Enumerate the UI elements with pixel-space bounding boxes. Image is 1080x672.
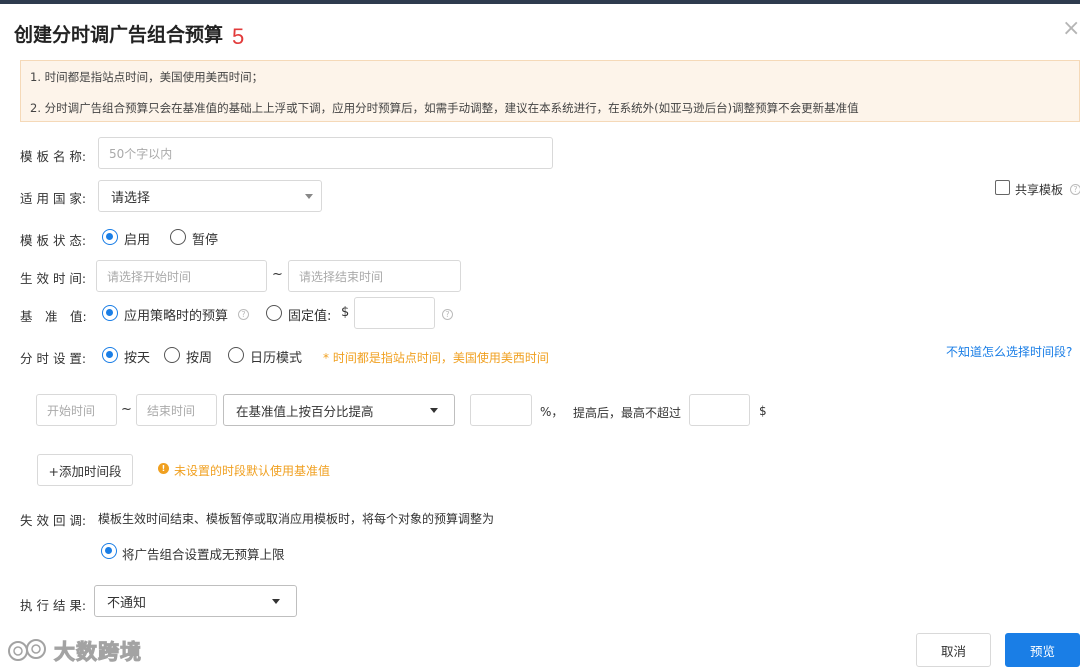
baseline-fixed-label: 固定值: bbox=[288, 309, 332, 324]
chevron-down-icon bbox=[430, 408, 438, 413]
schedule-calendar-radio[interactable] bbox=[228, 347, 244, 363]
fallback-description: 模板生效时间结束、模板暂停或取消应用模板时，将每个对象的预算调整为 bbox=[98, 512, 495, 526]
status-pause-radio[interactable] bbox=[170, 229, 186, 245]
baseline-fixed-radio[interactable] bbox=[266, 305, 282, 321]
baseline-label: 基 准 值: bbox=[20, 309, 87, 324]
close-icon[interactable]: × bbox=[1062, 16, 1080, 41]
share-help-icon[interactable]: ? bbox=[1070, 184, 1080, 195]
dialog-title: 创建分时调广告组合预算 bbox=[14, 24, 224, 46]
status-enable-radio[interactable] bbox=[102, 229, 118, 245]
result-select[interactable]: 不通知 bbox=[94, 585, 297, 617]
template-name-input[interactable]: 50个字以内 bbox=[98, 137, 553, 169]
watermark-text: 大数跨境 bbox=[54, 640, 142, 665]
period-start-input[interactable]: 开始时间 bbox=[36, 394, 117, 426]
start-time-input[interactable]: 请选择开始时间 bbox=[96, 260, 267, 292]
share-template-label: 共享模板 bbox=[1015, 183, 1064, 197]
schedule-daily-radio[interactable] bbox=[102, 347, 118, 363]
watermark-logo-icon bbox=[8, 639, 46, 661]
help-time-period-link[interactable]: 不知道怎么选择时间段? bbox=[946, 343, 1072, 360]
end-time-input[interactable]: 请选择结束时间 bbox=[288, 260, 461, 292]
notice-line-1: 1. 时间都是指站点时间，美国使用美西时间； bbox=[30, 70, 264, 84]
country-select[interactable]: 请选择 bbox=[98, 180, 322, 212]
time-separator: ~ bbox=[272, 267, 283, 282]
status-enable-label: 启用 bbox=[124, 233, 151, 248]
cancel-button[interactable]: 取消 bbox=[916, 633, 991, 667]
add-period-button[interactable]: +添加时间段 bbox=[37, 454, 133, 486]
result-select-value: 不通知 bbox=[107, 595, 147, 611]
period-end-input[interactable]: 结束时间 bbox=[136, 394, 217, 426]
cap-label: 提高后，最高不超过 bbox=[573, 406, 682, 420]
watermark: 大数跨境 bbox=[6, 636, 142, 666]
chevron-down-icon bbox=[272, 599, 280, 604]
schedule-weekly-radio[interactable] bbox=[164, 347, 180, 363]
schedule-note: * 时间都是指站点时间，美国使用美西时间 bbox=[323, 351, 549, 365]
baseline-currency: $ bbox=[341, 305, 350, 320]
percent-input[interactable] bbox=[470, 394, 532, 426]
baseline-strategy-label: 应用策略时的预算 bbox=[124, 309, 229, 324]
chevron-down-icon bbox=[305, 194, 313, 199]
fallback-label: 失 效 回 调: bbox=[20, 513, 87, 528]
percent-suffix: %， bbox=[540, 405, 564, 419]
fallback-no-limit-radio[interactable] bbox=[101, 543, 117, 559]
country-label: 适 用 国 家: bbox=[20, 191, 87, 206]
cap-input[interactable] bbox=[689, 394, 750, 426]
top-strip bbox=[0, 0, 1080, 4]
share-template-checkbox[interactable] bbox=[995, 180, 1010, 195]
schedule-daily-label: 按天 bbox=[124, 351, 151, 366]
cap-currency: $ bbox=[759, 404, 767, 418]
status-label: 模 板 状 态: bbox=[20, 233, 87, 248]
schedule-calendar-label: 日历模式 bbox=[250, 351, 303, 366]
adjust-mode-select[interactable]: 在基准值上按百分比提高 bbox=[223, 394, 455, 426]
info-icon: ! bbox=[158, 463, 169, 474]
schedule-label: 分 时 设 置: bbox=[20, 351, 87, 366]
template-name-label: 模 板 名 称: bbox=[20, 149, 87, 164]
schedule-weekly-label: 按周 bbox=[186, 351, 213, 366]
notice-line-2: 2. 分时调广告组合预算只会在基准值的基础上上浮或下调，应用分时预算后，如需手动… bbox=[30, 101, 859, 115]
baseline-strategy-radio[interactable] bbox=[102, 305, 118, 321]
result-label: 执 行 结 果: bbox=[20, 598, 87, 613]
effective-time-label: 生 效 时 间: bbox=[20, 271, 87, 286]
country-select-value: 请选择 bbox=[111, 190, 151, 206]
fallback-no-limit-label: 将广告组合设置成无预算上限 bbox=[122, 547, 285, 562]
unset-note: 未设置的时段默认使用基准值 bbox=[174, 464, 331, 478]
adjust-mode-value: 在基准值上按百分比提高 bbox=[236, 403, 374, 419]
fixed-help-icon[interactable]: ? bbox=[442, 309, 453, 320]
annotation-number: 5 bbox=[232, 24, 245, 49]
baseline-fixed-input[interactable] bbox=[354, 297, 435, 329]
preview-button[interactable]: 预览 bbox=[1005, 633, 1080, 667]
period-separator: ~ bbox=[121, 402, 132, 417]
status-pause-label: 暂停 bbox=[192, 233, 219, 248]
baseline-help-icon[interactable]: ? bbox=[238, 309, 249, 320]
notice-box: 1. 时间都是指站点时间，美国使用美西时间； 2. 分时调广告组合预算只会在基准… bbox=[20, 60, 1080, 122]
